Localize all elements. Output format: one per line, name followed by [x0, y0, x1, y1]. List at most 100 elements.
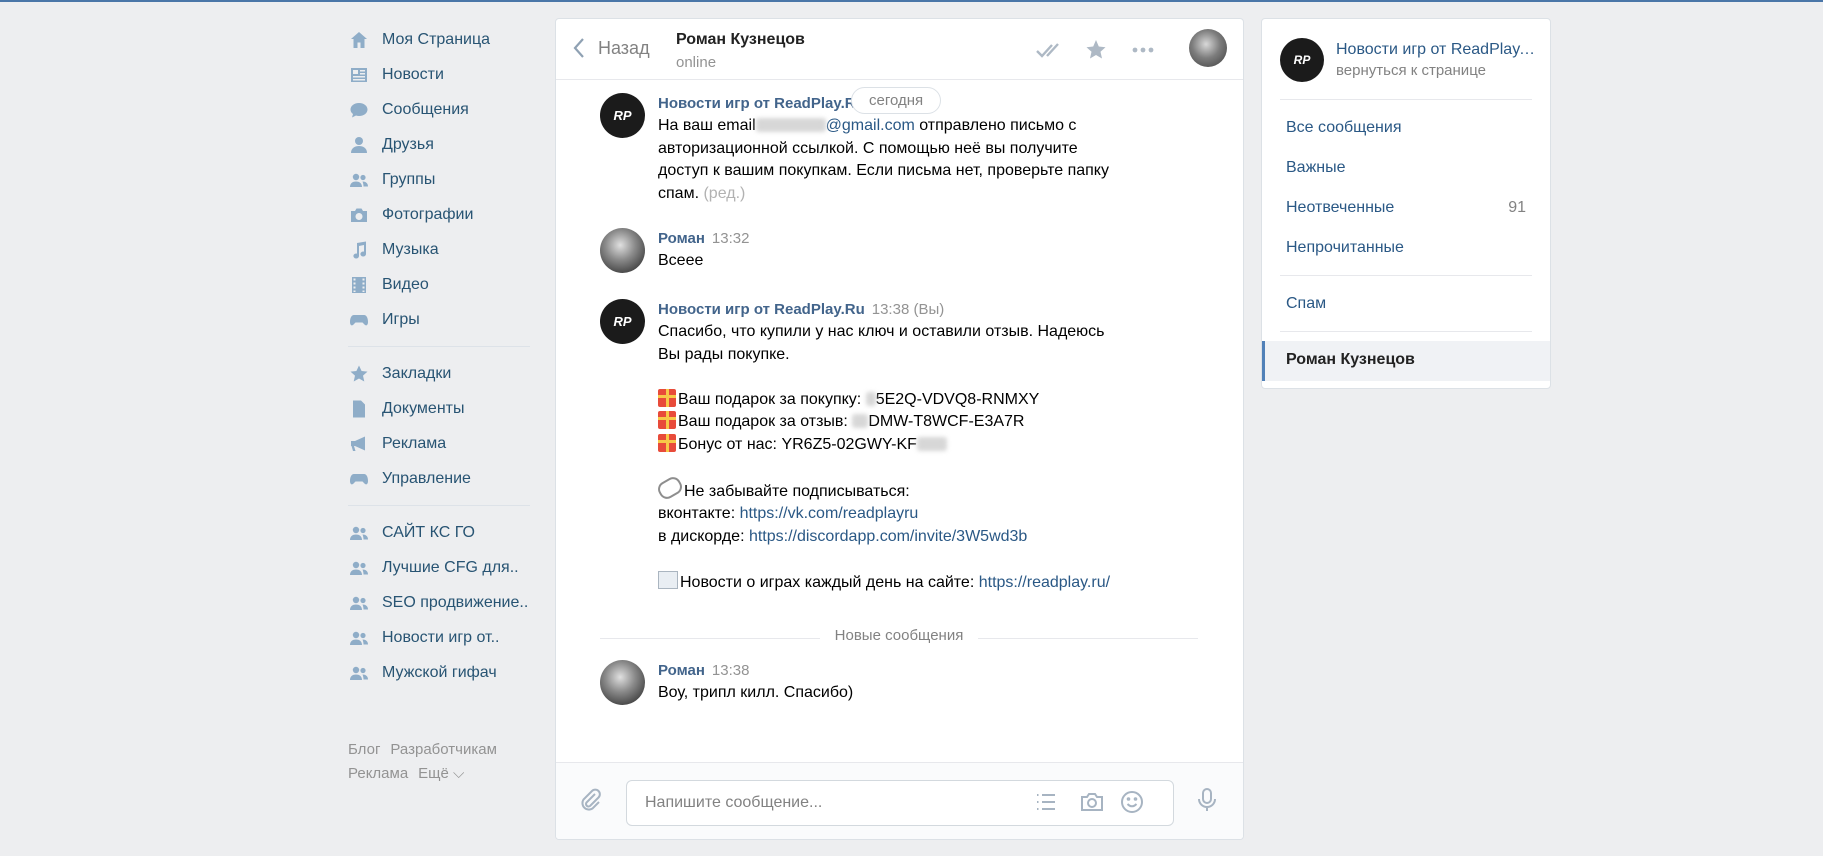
return-to-page-link[interactable]: вернуться к странице — [1336, 62, 1486, 79]
home-icon — [348, 30, 370, 50]
active-conversation-item[interactable]: Роман Кузнецов — [1262, 341, 1550, 381]
avatar[interactable]: RP — [600, 93, 645, 138]
group-name-link[interactable]: Новости игр от ReadPlay.Ru — [1336, 41, 1536, 59]
favorite-button[interactable] — [1081, 35, 1111, 65]
photo-button[interactable] — [1077, 787, 1107, 817]
message-author[interactable]: Роман — [658, 662, 705, 679]
nav-divider — [348, 346, 530, 347]
nav-item-bookmarks[interactable]: Закладки — [348, 356, 530, 391]
message-line: Бонус от нас: YR6Z5-02GWY-KF — [678, 435, 917, 453]
message-time[interactable]: 13:38 (Вы) — [872, 301, 944, 318]
edited-mark: (ред.) — [703, 184, 746, 202]
groups-icon — [348, 593, 370, 613]
peer-avatar[interactable] — [1189, 29, 1227, 67]
site-link[interactable]: https://readplay.ru/ — [979, 574, 1110, 591]
filter-all-messages[interactable]: Все сообщения — [1286, 119, 1526, 137]
message-text: Всеее — [658, 252, 704, 269]
double-check-icon — [1036, 43, 1059, 58]
nav-item-messages[interactable]: Сообщения — [348, 92, 530, 127]
nav-item-label: Группы — [382, 170, 436, 188]
footer-ads-link[interactable]: Реклама — [348, 765, 408, 782]
nav-item-photos[interactable]: Фотографии — [348, 197, 530, 232]
panel-divider — [1280, 99, 1532, 100]
nav-item-group-seo[interactable]: SEO продвижение.. — [348, 585, 530, 620]
gamepad-icon — [348, 469, 370, 489]
email-link[interactable]: @gmail.com — [826, 117, 915, 134]
blurred-text — [865, 391, 876, 406]
more-actions-button[interactable] — [1128, 35, 1158, 65]
peer-name[interactable]: Роман Кузнецов — [676, 31, 805, 49]
microphone-icon — [1198, 788, 1216, 811]
message-author[interactable]: Новости игр от ReadPlay.R — [658, 95, 856, 112]
filter-spam[interactable]: Спам — [1286, 295, 1526, 313]
footer-links: Блог Разработчикам Реклама Ещё ⌵ — [348, 738, 548, 786]
footer-dev-link[interactable]: Разработчикам — [390, 741, 496, 758]
back-button[interactable]: Назад — [572, 37, 650, 59]
read-status-button[interactable] — [1034, 35, 1064, 65]
back-label: Назад — [598, 37, 650, 58]
top-accent-line — [0, 0, 1823, 2]
attach-button[interactable] — [576, 785, 606, 815]
panel-divider — [1280, 275, 1532, 276]
nav-item-label: Сообщения — [382, 100, 469, 118]
nav-item-music[interactable]: Музыка — [348, 232, 530, 267]
nav-item-group-readplay[interactable]: Новости игр от.. — [348, 620, 530, 655]
blurred-text — [916, 436, 947, 451]
nav-item-label: Игры — [382, 310, 420, 328]
groups-icon — [348, 170, 370, 190]
nav-item-ads[interactable]: Реклама — [348, 426, 530, 461]
message-text: На ваш email @gmail.com отправлено письмо… — [658, 115, 1138, 205]
chat-panel: Назад Роман Кузнецов online RP Новости и… — [555, 18, 1244, 840]
more-dots-icon — [1132, 47, 1154, 53]
avatar[interactable] — [600, 660, 645, 705]
nav-item-games[interactable]: Игры — [348, 302, 530, 337]
avatar[interactable]: RP — [600, 299, 645, 344]
date-divider-pill: сегодня — [851, 87, 942, 114]
filter-important[interactable]: Важные — [1286, 159, 1526, 177]
nav-item-label: Видео — [382, 275, 429, 293]
groups-icon — [348, 558, 370, 578]
nav-item-my-page[interactable]: Моя Страница — [348, 22, 530, 57]
message-line: Спасибо, что купили у нас ключ и оставил… — [658, 323, 1105, 340]
message-time[interactable]: 13:32 — [712, 230, 750, 247]
avatar[interactable] — [600, 228, 645, 273]
message-author[interactable]: Новости игр от ReadPlay.Ru — [658, 301, 865, 318]
groups-icon — [348, 523, 370, 543]
nav-item-group-cfg[interactable]: Лучшие CFG для.. — [348, 550, 530, 585]
footer-blog-link[interactable]: Блог — [348, 741, 380, 758]
left-navigation: Моя Страница Новости Сообщения Друзья Гр… — [348, 22, 530, 690]
message-time[interactable]: 13:38 — [712, 662, 750, 679]
groups-icon — [348, 628, 370, 648]
nav-item-group-gifs[interactable]: Мужской гифач — [348, 655, 530, 690]
filter-unanswered[interactable]: Неотвеченные 91 — [1286, 199, 1526, 217]
nav-item-video[interactable]: Видео — [348, 267, 530, 302]
nav-item-documents[interactable]: Документы — [348, 391, 530, 426]
nav-item-label: Документы — [382, 399, 465, 417]
nav-item-label: Новости игр от.. — [382, 628, 500, 646]
nav-item-management[interactable]: Управление — [348, 461, 530, 496]
message-author[interactable]: Роман — [658, 230, 705, 247]
group-avatar[interactable]: RP — [1280, 38, 1324, 82]
nav-item-label: SEO продвижение.. — [382, 593, 529, 611]
message-text: Воу, трипл килл. Спасибо) — [658, 684, 854, 701]
message-input[interactable] — [643, 791, 1027, 815]
nav-item-news[interactable]: Новости — [348, 57, 530, 92]
camera-icon — [1081, 793, 1103, 811]
gift-icon — [658, 388, 676, 407]
discord-link[interactable]: https://discordapp.com/invite/3W5wd3b — [749, 528, 1027, 545]
megaphone-icon — [348, 434, 370, 454]
footer-more-link[interactable]: Ещё ⌵ — [418, 765, 464, 782]
friend-icon — [348, 135, 370, 155]
voice-message-button[interactable] — [1192, 785, 1222, 815]
nav-item-friends[interactable]: Друзья — [348, 127, 530, 162]
groups-icon — [348, 663, 370, 683]
emoji-button[interactable] — [1117, 787, 1147, 817]
conversations-filter-panel: RP Новости игр от ReadPlay.Ru вернуться … — [1261, 18, 1551, 389]
nav-item-label: Музыка — [382, 240, 439, 258]
nav-item-groups[interactable]: Группы — [348, 162, 530, 197]
filter-unread[interactable]: Непрочитанные — [1286, 239, 1526, 257]
vk-link[interactable]: https://vk.com/readplayru — [740, 505, 919, 522]
template-list-button[interactable] — [1031, 787, 1061, 817]
message-composer — [556, 762, 1243, 839]
nav-item-group-csgo[interactable]: САЙТ КС ГО — [348, 515, 530, 550]
